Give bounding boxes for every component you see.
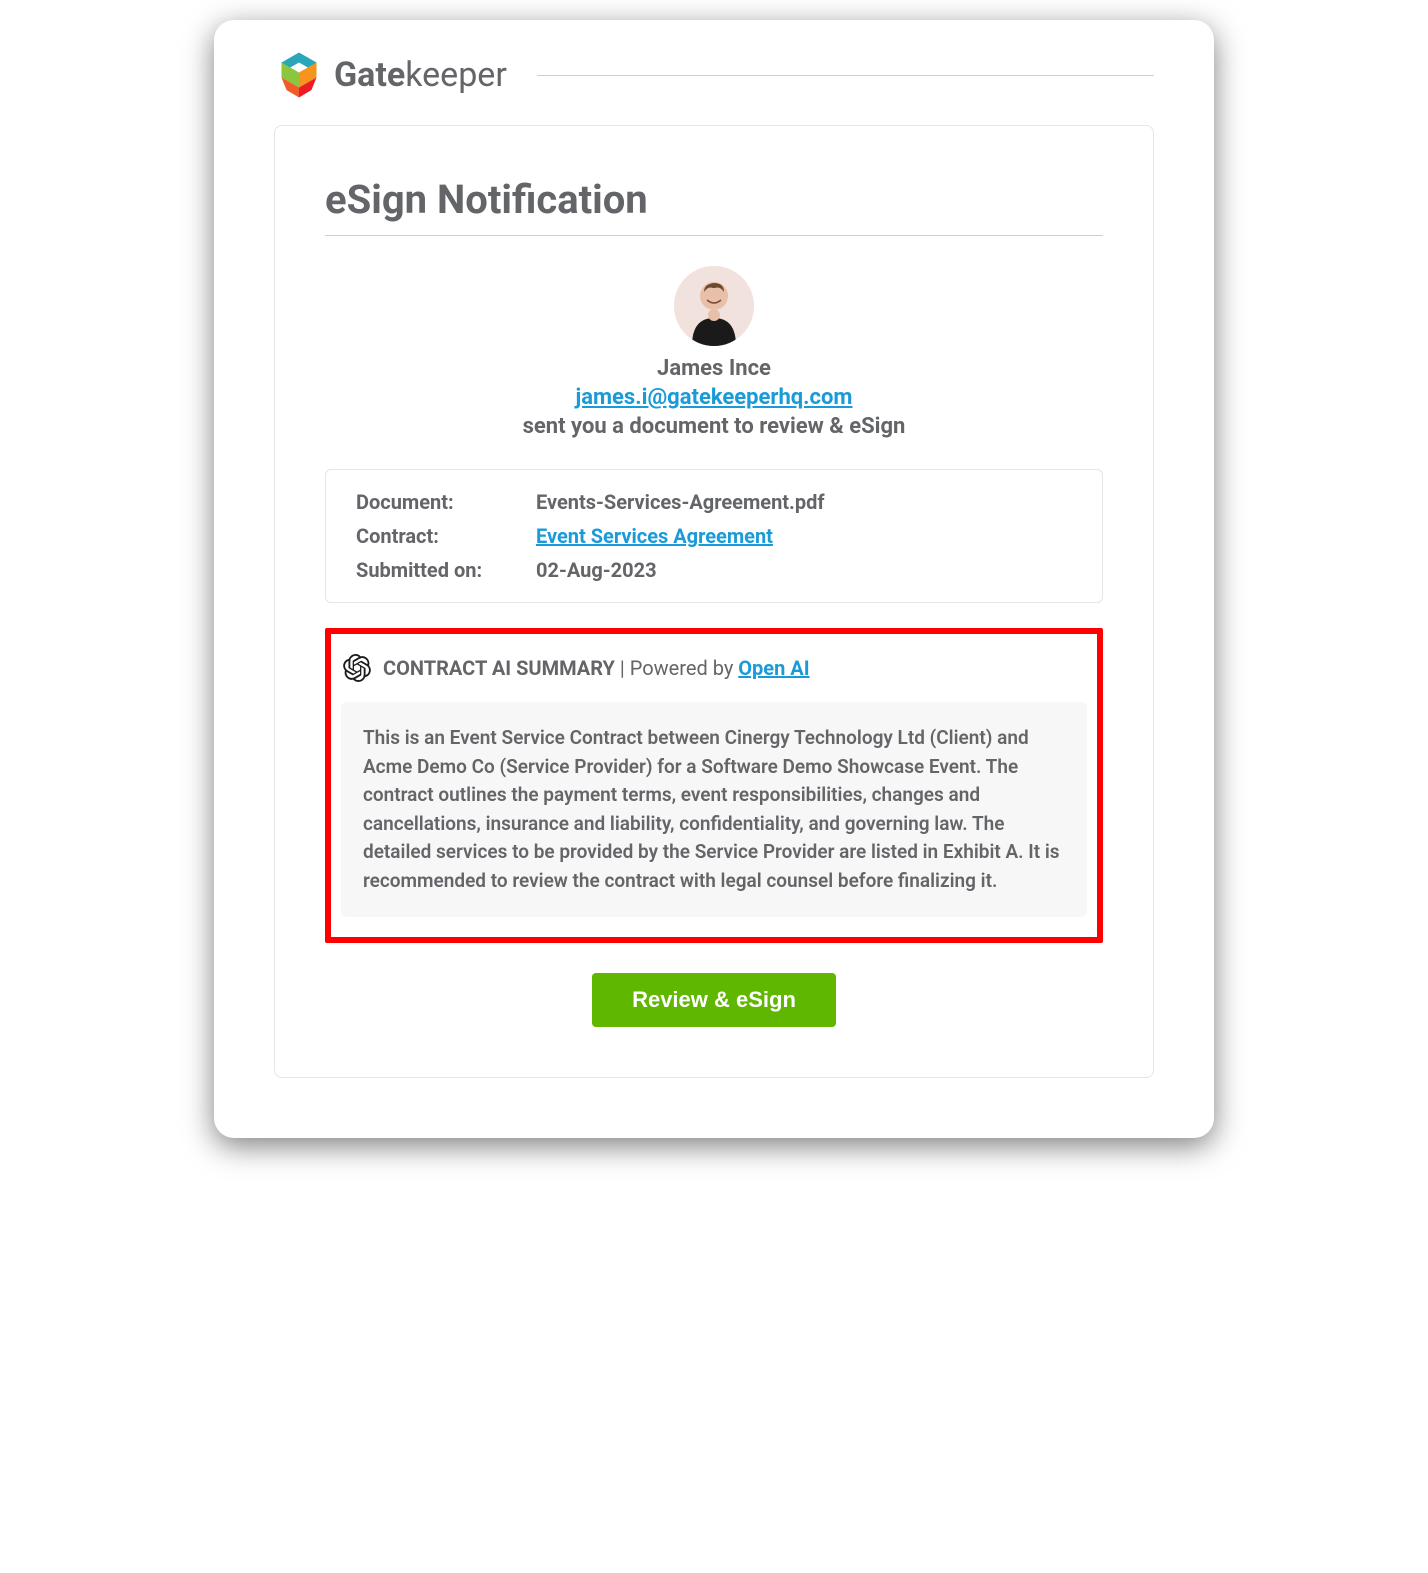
- email-card: Gatekeeper eSign Notification James Ince…: [214, 20, 1214, 1138]
- submitted-label: Submitted on:: [356, 558, 516, 582]
- ai-summary-prefix: CONTRACT AI SUMMARY: [383, 656, 615, 680]
- sender-block: James Ince james.i@gatekeeperhq.com sent…: [325, 266, 1103, 439]
- ai-powered-by: Powered by: [630, 656, 739, 680]
- sender-email-link[interactable]: james.i@gatekeeperhq.com: [576, 385, 853, 410]
- sent-message: sent you a document to review & eSign: [325, 414, 1103, 439]
- sender-email: james.i@gatekeeperhq.com: [325, 385, 1103, 410]
- sender-avatar: [674, 266, 754, 346]
- brand-name-light: keeper: [405, 55, 507, 95]
- brand-name-bold: Gate: [334, 55, 405, 95]
- document-details: Document: Events-Services-Agreement.pdf …: [325, 469, 1103, 603]
- sender-name: James Ince: [325, 356, 1103, 381]
- header: Gatekeeper: [274, 50, 1154, 100]
- contract-link[interactable]: Event Services Agreement: [536, 524, 773, 548]
- header-divider: [537, 75, 1154, 76]
- brand-name: Gatekeeper: [334, 55, 507, 95]
- page-title: eSign Notification: [325, 176, 1103, 236]
- content-card: eSign Notification James Ince james.i@ga…: [274, 125, 1154, 1078]
- ai-summary-header: CONTRACT AI SUMMARY | Powered by Open AI: [341, 654, 1087, 682]
- submitted-value: 02-Aug-2023: [536, 558, 1072, 582]
- review-esign-button[interactable]: Review & eSign: [592, 973, 836, 1027]
- cta-row: Review & eSign: [325, 973, 1103, 1027]
- ai-summary-highlighted: CONTRACT AI SUMMARY | Powered by Open AI…: [325, 628, 1103, 943]
- ai-summary-body: This is an Event Service Contract betwee…: [341, 702, 1087, 917]
- document-value: Events-Services-Agreement.pdf: [536, 490, 1072, 514]
- contract-value: Event Services Agreement: [536, 524, 1072, 548]
- ai-summary-divider: |: [615, 656, 630, 680]
- openai-link[interactable]: Open AI: [738, 656, 809, 680]
- contract-label: Contract:: [356, 524, 516, 548]
- brand-logo: Gatekeeper: [274, 50, 507, 100]
- gatekeeper-logo-icon: [274, 50, 324, 100]
- document-label: Document:: [356, 490, 516, 514]
- openai-icon: [343, 654, 371, 682]
- ai-summary-title: CONTRACT AI SUMMARY | Powered by Open AI: [383, 656, 810, 680]
